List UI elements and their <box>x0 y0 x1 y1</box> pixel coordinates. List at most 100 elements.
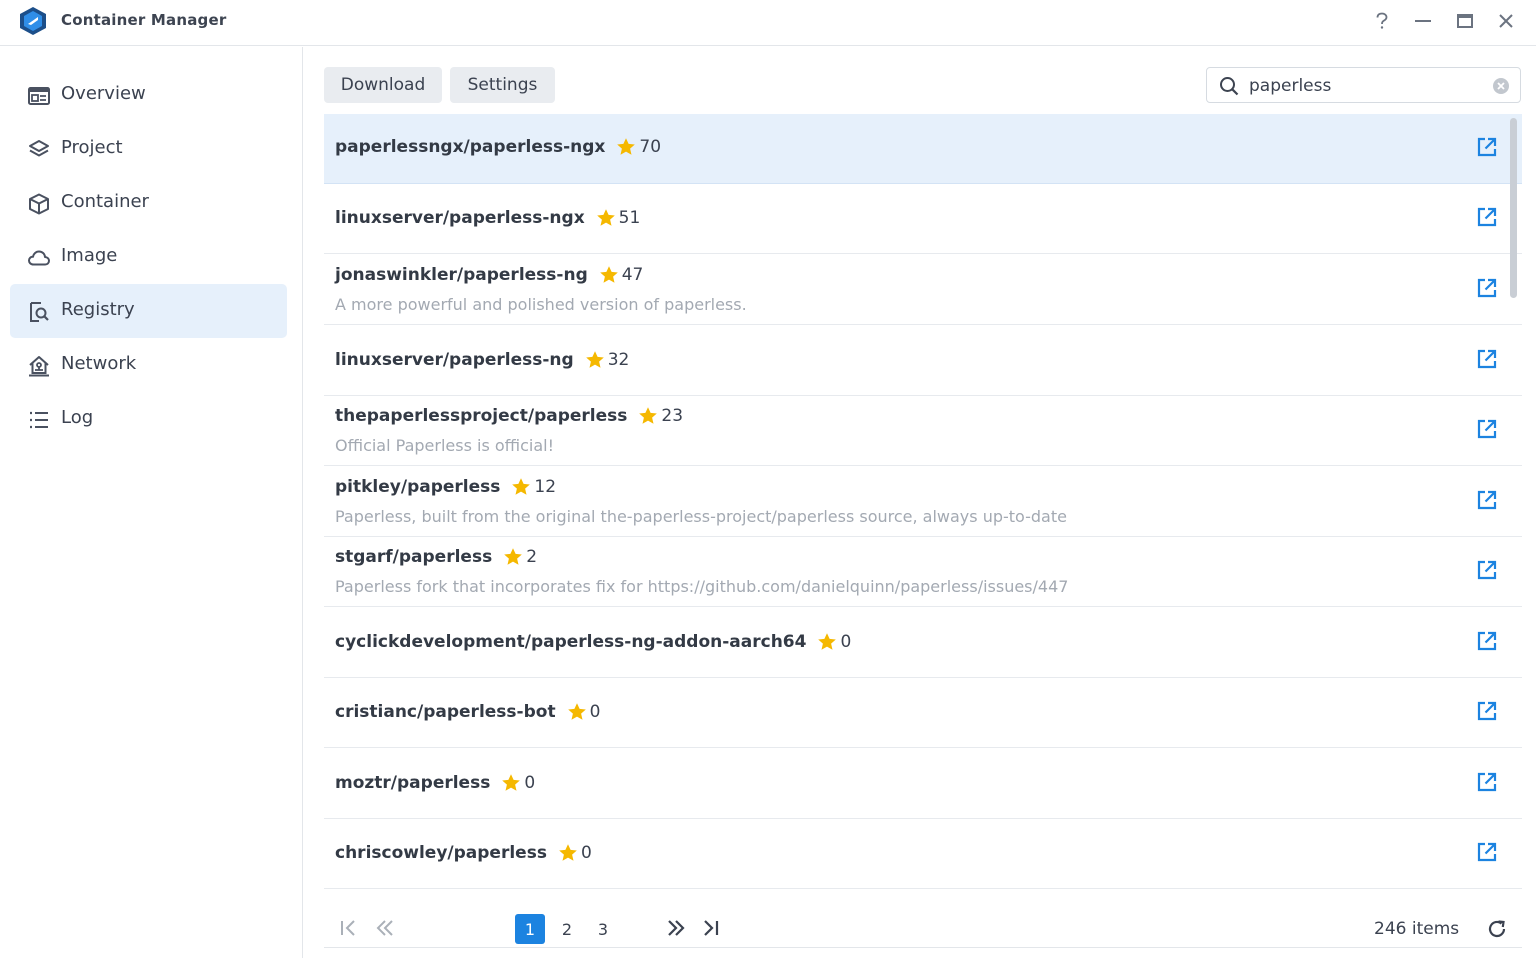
maximize-button[interactable] <box>1451 8 1479 34</box>
clear-search-icon[interactable] <box>1492 77 1510 95</box>
title-bar: Container Manager <box>0 0 1536 46</box>
external-link-icon[interactable] <box>1476 700 1498 722</box>
external-link-icon[interactable] <box>1476 841 1498 863</box>
list-item[interactable]: linuxserver/paperless-ngx 51 <box>324 184 1522 254</box>
star-count: 32 <box>607 350 630 370</box>
star-icon <box>617 138 636 155</box>
star-icon <box>585 351 604 368</box>
image-name: cyclickdevelopment/paperless-ng-addon-aa… <box>335 632 807 652</box>
sidebar-item-container[interactable]: Container <box>10 176 287 230</box>
list-item[interactable]: paperlessngx/paperless-ngx 70 <box>324 114 1522 184</box>
external-link-icon[interactable] <box>1476 489 1498 511</box>
close-button[interactable] <box>1492 8 1520 34</box>
star-icon <box>599 266 618 283</box>
close-icon <box>1499 14 1513 28</box>
cube-icon <box>29 193 49 215</box>
page-3-button[interactable]: 3 <box>588 914 618 944</box>
sidebar-item-label: Log <box>61 407 94 428</box>
list-scrollbar[interactable] <box>1508 114 1522 890</box>
star-icon <box>567 703 586 720</box>
download-button[interactable]: Download <box>324 67 442 103</box>
external-link-icon[interactable] <box>1476 418 1498 440</box>
sidebar-item-network[interactable]: Network <box>10 338 287 392</box>
external-link-icon[interactable] <box>1476 206 1498 228</box>
star-count: 0 <box>524 773 536 793</box>
star-icon <box>818 633 837 650</box>
list-item[interactable]: pitkley/paperless 12 Paperless, built fr… <box>324 467 1522 537</box>
star-count: 0 <box>589 702 601 722</box>
page-1-button[interactable]: 1 <box>515 914 545 944</box>
list-item[interactable]: cristianc/paperless-bot 0 <box>324 678 1522 748</box>
help-button[interactable] <box>1368 8 1396 34</box>
sidebar-item-label: Container <box>61 191 149 212</box>
star-count: 47 <box>621 265 644 285</box>
overview-icon <box>28 87 50 105</box>
item-count: 246 items <box>1374 919 1460 939</box>
external-link-icon[interactable] <box>1476 348 1498 370</box>
image-description: A more powerful and polished version of … <box>335 295 747 314</box>
list-item[interactable]: stgarf/paperless 2 Paperless fork that i… <box>324 537 1522 607</box>
image-name: pitkley/paperless <box>335 477 501 497</box>
list-item[interactable]: chriscowley/paperless 0 <box>324 819 1522 889</box>
list-item[interactable]: linuxserver/paperless-ng 32 <box>324 326 1522 396</box>
star-count: 23 <box>661 406 684 426</box>
sidebar-item-label: Image <box>61 245 118 266</box>
sidebar-item-label: Registry <box>61 299 135 320</box>
external-link-icon[interactable] <box>1476 630 1498 652</box>
layers-icon <box>29 140 49 157</box>
image-name: linuxserver/paperless-ngx <box>335 208 585 228</box>
image-name: moztr/paperless <box>335 773 491 793</box>
search-box <box>1206 67 1521 103</box>
star-icon <box>512 478 531 495</box>
network-icon <box>29 356 49 377</box>
image-name: paperlessngx/paperless-ngx <box>335 137 606 157</box>
external-link-icon[interactable] <box>1476 771 1498 793</box>
sidebar-item-log[interactable]: Log <box>10 392 287 446</box>
next-page-icon[interactable] <box>665 917 687 939</box>
sidebar-item-image[interactable]: Image <box>10 230 287 284</box>
image-description: Official Paperless is official! <box>335 436 555 455</box>
external-link-icon[interactable] <box>1476 277 1498 299</box>
app-title: Container Manager <box>61 11 227 29</box>
registry-search-icon <box>30 302 49 322</box>
previous-page-icon[interactable] <box>374 917 396 939</box>
list-item[interactable]: cyclickdevelopment/paperless-ng-addon-aa… <box>324 608 1522 678</box>
external-link-icon[interactable] <box>1476 559 1498 581</box>
registry-results-list: paperlessngx/paperless-ngx 70 linuxserve… <box>324 114 1522 890</box>
refresh-icon[interactable] <box>1486 918 1508 940</box>
star-count: 0 <box>840 632 852 652</box>
image-description: Paperless, built from the original the-p… <box>335 507 1067 526</box>
external-link-icon[interactable] <box>1476 136 1498 158</box>
star-icon <box>639 407 658 424</box>
star-count: 12 <box>534 477 557 497</box>
last-page-icon[interactable] <box>700 917 722 939</box>
image-name: cristianc/paperless-bot <box>335 702 556 722</box>
star-icon <box>596 209 615 226</box>
minimize-button[interactable] <box>1409 8 1437 34</box>
first-page-icon[interactable] <box>338 917 360 939</box>
search-icon <box>1220 77 1239 96</box>
image-name: jonaswinkler/paperless-ng <box>335 265 588 285</box>
sidebar-item-overview[interactable]: Overview <box>10 68 287 122</box>
image-name: stgarf/paperless <box>335 547 493 567</box>
settings-button[interactable]: Settings <box>450 67 555 103</box>
search-input[interactable] <box>1249 74 1479 98</box>
star-icon <box>504 548 523 565</box>
list-item[interactable]: jonaswinkler/paperless-ng 47 A more powe… <box>324 255 1522 325</box>
star-count: 2 <box>526 547 538 567</box>
star-count: 70 <box>639 137 662 157</box>
sidebar-item-registry[interactable]: Registry <box>10 284 287 338</box>
sidebar-item-project[interactable]: Project <box>10 122 287 176</box>
star-count: 51 <box>618 208 641 228</box>
minimize-icon <box>1415 20 1431 22</box>
help-icon <box>1376 12 1388 29</box>
scrollbar-thumb[interactable] <box>1510 118 1517 298</box>
page-2-button[interactable]: 2 <box>552 914 582 944</box>
image-name: chriscowley/paperless <box>335 843 547 863</box>
list-item[interactable]: thepaperlessproject/paperless 23 Officia… <box>324 396 1522 466</box>
cloud-icon <box>28 250 50 266</box>
list-item[interactable]: moztr/paperless 0 <box>324 749 1522 819</box>
sidebar-item-label: Network <box>61 353 137 374</box>
star-icon <box>559 844 577 861</box>
star-icon <box>502 774 521 791</box>
